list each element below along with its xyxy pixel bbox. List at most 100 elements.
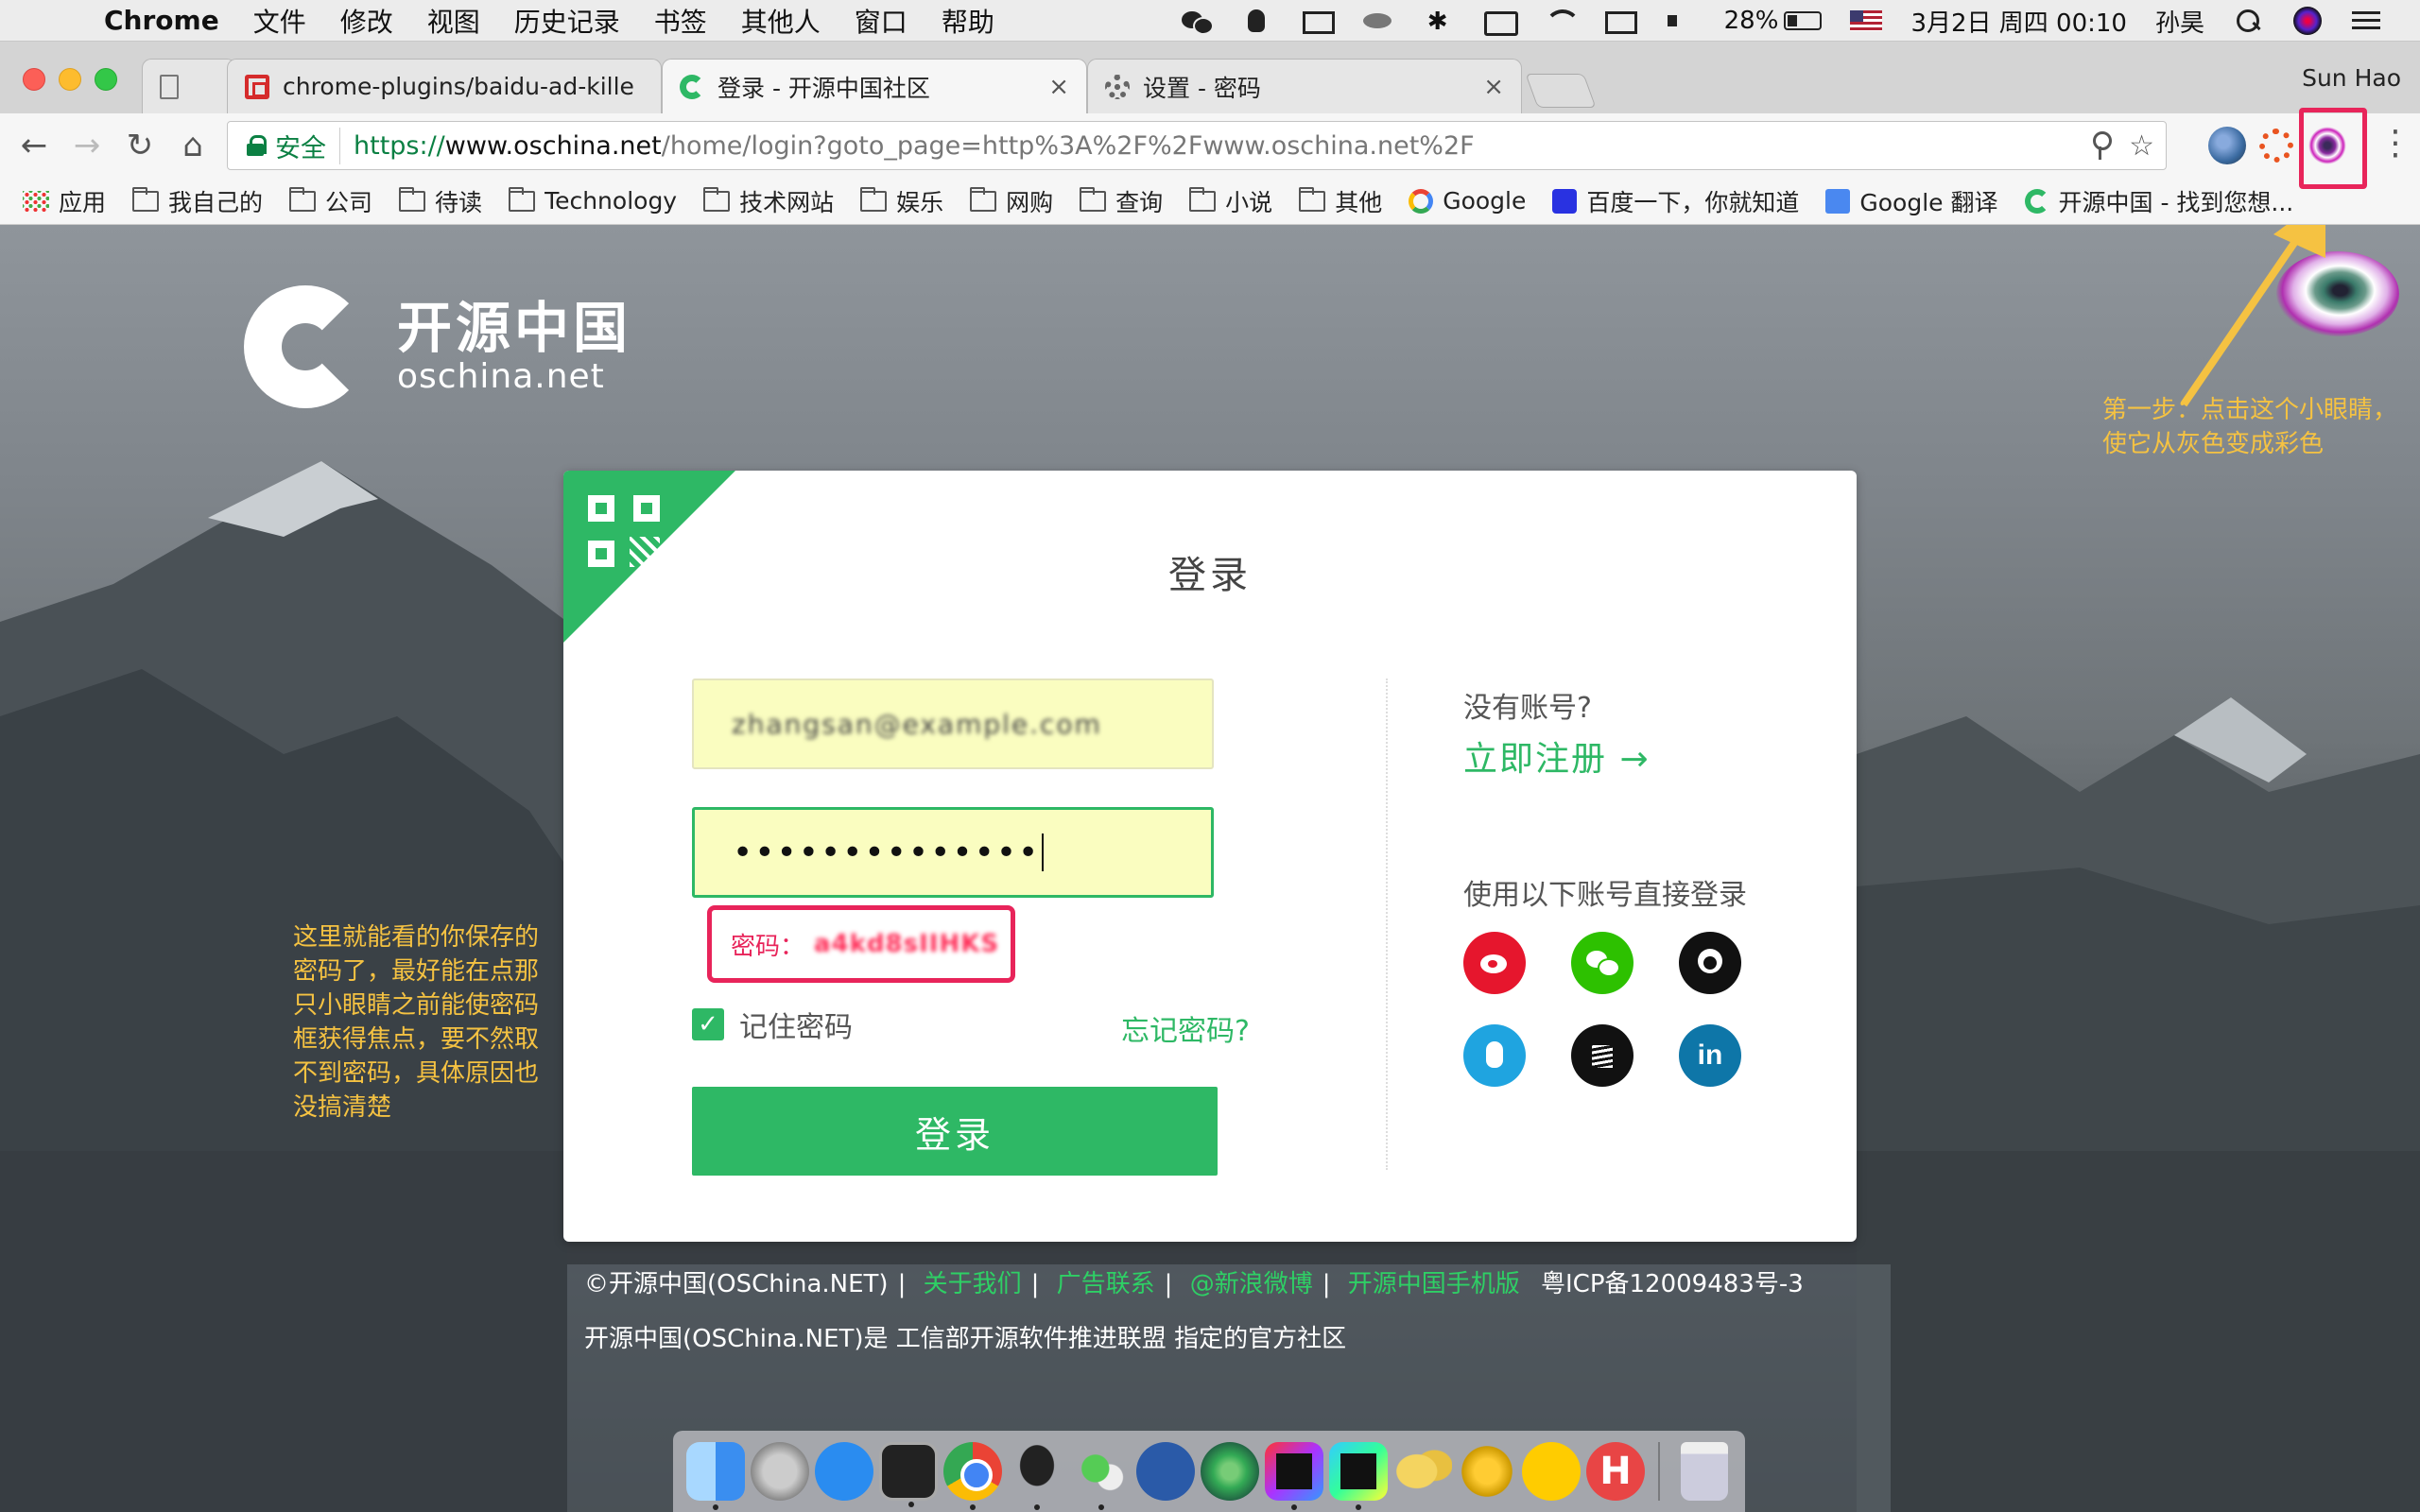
home-icon[interactable]: ⌂ <box>172 125 214 166</box>
globe-extension-icon[interactable] <box>2208 127 2246 164</box>
spotlight-search-icon[interactable] <box>2233 8 2265 34</box>
github-login-button[interactable] <box>1679 932 1741 994</box>
menu-view[interactable]: 视图 <box>427 2 480 40</box>
notification-center-icon[interactable] <box>2350 8 2382 34</box>
user-name[interactable]: 孙昊 <box>2155 4 2204 39</box>
profile-name[interactable]: Sun Hao <box>2302 64 2401 92</box>
weibo-login-button[interactable] <box>1463 932 1526 994</box>
login-button[interactable]: 登录 <box>692 1087 1218 1176</box>
screen-share-icon[interactable] <box>1301 8 1335 34</box>
new-tab-button[interactable] <box>1525 74 1597 108</box>
secure-label[interactable]: 安全 <box>275 127 340 164</box>
bookmark-folder-mine[interactable]: 我自己的 <box>132 184 263 218</box>
sourcetree-icon[interactable] <box>1136 1442 1195 1501</box>
bookmark-oschina[interactable]: 开源中国 - 找到您想... <box>2024 184 2293 218</box>
footer-ads-link[interactable]: 广告联系 <box>1057 1270 1155 1298</box>
wechat-status-icon[interactable] <box>1180 8 1214 35</box>
remember-password[interactable]: ✓ 记住密码 <box>692 1004 853 1045</box>
app-store-icon[interactable] <box>815 1442 873 1501</box>
register-link[interactable]: 立即注册 → <box>1463 731 1651 781</box>
qq-login-button[interactable] <box>1463 1024 1526 1087</box>
cheese-icon[interactable] <box>1393 1442 1452 1501</box>
launchpad-icon[interactable] <box>751 1442 809 1501</box>
bookmark-folder-tech-sites[interactable]: 技术网站 <box>703 184 834 218</box>
forgot-password-link[interactable]: 忘记密码? <box>1121 1007 1250 1049</box>
chrome-icon[interactable] <box>943 1442 1002 1510</box>
close-window-button[interactable] <box>23 68 45 91</box>
footer-icp[interactable]: 粤ICP备12009483号-3 <box>1541 1270 1804 1298</box>
bookmark-google-translate[interactable]: Google 翻译 <box>1825 184 1998 218</box>
bookmark-folder-query[interactable]: 查询 <box>1080 184 1163 218</box>
qr-code-icon[interactable] <box>588 495 660 567</box>
back-arrow-icon[interactable]: ← <box>13 125 55 166</box>
atom-icon[interactable] <box>1201 1442 1259 1501</box>
bookmark-folder-technology[interactable]: Technology <box>509 186 677 215</box>
footer-mobile-link[interactable]: 开源中国手机版 <box>1348 1270 1520 1298</box>
wechat-icon[interactable] <box>1072 1442 1131 1510</box>
footer-weibo-link[interactable]: @新浪微博 <box>1190 1270 1313 1298</box>
bookmark-folder-other[interactable]: 其他 <box>1299 184 1382 218</box>
menu-window[interactable]: 窗口 <box>855 2 908 40</box>
wifi-icon[interactable] <box>1543 8 1581 34</box>
tab-settings-passwords[interactable]: 设置 - 密码 × <box>1087 59 1522 113</box>
keyboard-icon[interactable] <box>1482 8 1518 36</box>
username-field[interactable]: zhangsan@example.com <box>692 679 1214 769</box>
wechat-login-button[interactable] <box>1571 932 1634 994</box>
tab-baidu-ad-killer[interactable]: chrome-plugins/baidu-ad-kille <box>227 59 662 113</box>
forward-arrow-icon[interactable]: → <box>66 125 108 166</box>
finder-icon[interactable] <box>686 1442 745 1510</box>
disc-icon[interactable] <box>1361 8 1393 34</box>
qq-status-icon[interactable] <box>1240 8 1272 34</box>
bookmark-folder-novels[interactable]: 小说 <box>1189 184 1272 218</box>
minimize-window-button[interactable] <box>59 68 81 91</box>
airplay-icon[interactable] <box>1603 8 1637 34</box>
trash-icon[interactable] <box>1681 1442 1728 1501</box>
battery-status[interactable]: 28% <box>1724 7 1823 35</box>
password-field[interactable]: •••••••••••••• <box>692 807 1214 898</box>
linkedin-login-button[interactable]: in <box>1679 1024 1741 1087</box>
menu-help[interactable]: 帮助 <box>942 2 994 40</box>
bookmark-folder-entertainment[interactable]: 娱乐 <box>860 184 943 218</box>
zoom-window-button[interactable] <box>95 68 117 91</box>
bookmark-apps[interactable]: 应用 <box>23 184 106 218</box>
bookmark-folder-shopping[interactable]: 网购 <box>970 184 1053 218</box>
bookmark-folder-toread[interactable]: 待读 <box>399 184 482 218</box>
tab-blank[interactable] <box>142 59 236 113</box>
h-app-icon[interactable]: H <box>1586 1442 1645 1501</box>
qq-music-icon[interactable] <box>1522 1442 1581 1501</box>
footer-about-link[interactable]: 关于我们 <box>924 1270 1022 1298</box>
remember-checkbox[interactable]: ✓ <box>692 1008 724 1040</box>
close-tab-icon[interactable]: × <box>1048 73 1069 101</box>
tab-oschina-login[interactable]: 登录 - 开源中国社区 × <box>662 59 1087 113</box>
menu-history[interactable]: 历史记录 <box>514 2 620 40</box>
address-bar[interactable]: 安全 https://www.oschina.net/home/login?go… <box>227 121 2167 170</box>
intellij-icon[interactable] <box>1265 1442 1323 1510</box>
menu-edit[interactable]: 修改 <box>340 2 393 40</box>
menu-people[interactable]: 其他人 <box>741 2 821 40</box>
chrome-menu-icon[interactable]: ⋮ <box>2378 125 2412 166</box>
webstorm-icon[interactable] <box>1329 1442 1388 1510</box>
star-bookmark-icon[interactable]: ☆ <box>2129 129 2154 163</box>
url-text[interactable]: https://www.oschina.net/home/login?goto_… <box>354 131 1475 161</box>
menu-app-name[interactable]: Chrome <box>104 5 219 36</box>
reload-icon[interactable]: ↻ <box>119 125 161 166</box>
ubuntu-extension-icon[interactable] <box>2259 129 2293 163</box>
lock-icon[interactable] <box>247 135 267 156</box>
oschina-logo[interactable]: 开源中国 oschina.net <box>244 285 631 408</box>
instruments-icon[interactable] <box>1458 1442 1516 1501</box>
menu-bookmarks[interactable]: 书签 <box>654 2 707 40</box>
key-icon[interactable] <box>2089 129 2113 162</box>
terminal-icon[interactable] <box>879 1442 938 1507</box>
qq-icon[interactable] <box>1008 1442 1066 1510</box>
bluetooth-icon[interactable]: ✱ <box>1422 8 1454 36</box>
siri-icon[interactable] <box>2293 7 2322 35</box>
clock[interactable]: 3月2日 周四 00:10 <box>1910 4 2127 39</box>
close-tab-icon[interactable]: × <box>1483 73 1504 101</box>
stackoverflow-login-button[interactable] <box>1571 1024 1634 1087</box>
input-source-flag-icon[interactable] <box>1850 10 1883 31</box>
menu-file[interactable]: 文件 <box>253 2 306 40</box>
bookmark-baidu[interactable]: 百度一下，你就知道 <box>1552 184 1799 218</box>
bookmark-google[interactable]: Google <box>1409 187 1526 215</box>
volume-icon[interactable] <box>1664 8 1696 34</box>
bookmark-folder-company[interactable]: 公司 <box>289 184 372 218</box>
